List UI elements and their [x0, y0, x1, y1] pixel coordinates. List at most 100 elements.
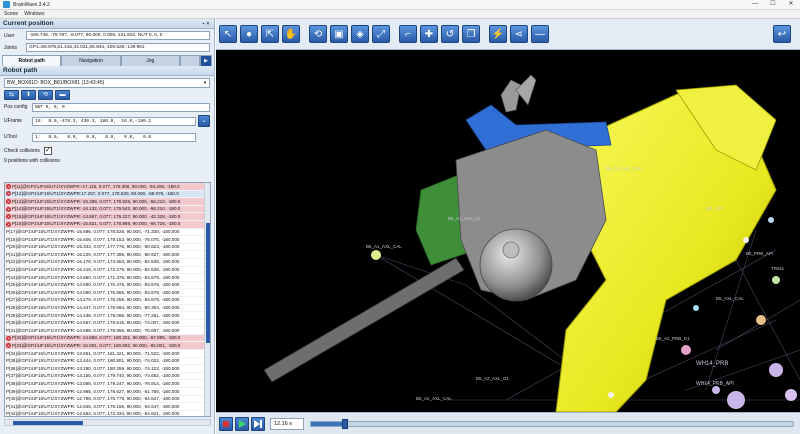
position-text: P[30]@GP1\UF15\UT1\XYZWPR:-14.557, 0.077… — [6, 320, 180, 326]
list-item[interactable]: P[29]@GP1\UF15\UT1\XYZWPR:-14.436, 0.077… — [5, 312, 210, 320]
list-horizontal-scrollbar[interactable] — [4, 419, 211, 426]
view-tool-4-icon[interactable]: ⤢ — [372, 25, 390, 43]
check-collisions-checkbox[interactable]: ✓ — [43, 147, 52, 155]
tab-navigation[interactable]: Navigation — [61, 55, 121, 66]
list-item[interactable]: P[20]@GP1\UF15\UT1\XYZWPR:-15.343, 0.077… — [5, 244, 210, 252]
list-item[interactable]: ✕ P[33]@GP1\UF15\UT1\XYZWPR:-15.001, 0.07… — [5, 342, 210, 351]
list-item[interactable]: P[24]@GP1\UF15\UT1\XYZWPR:-13.850, 0.077… — [5, 274, 210, 282]
list-item[interactable]: P[27]@GP1\UF15\UT1\XYZWPR:-14.279, 0.077… — [5, 297, 210, 305]
frame-tool-icon[interactable]: ⌐ — [399, 25, 417, 43]
collision-error-icon: ✕ — [6, 343, 11, 349]
robot-path-title: Robot path — [3, 67, 38, 74]
minimize-button[interactable]: — — [746, 0, 764, 9]
list-item[interactable]: P[23]@GP1\UF15\UT1\XYZWPR:-15.218, 0.077… — [5, 267, 210, 275]
link-tool-icon[interactable]: ⚡ — [489, 25, 507, 43]
list-item[interactable]: P[36]@GP1\UF15\UT1\XYZWPR:-13.290, 0.077… — [5, 365, 210, 373]
grey-sphere — [479, 228, 553, 302]
list-item[interactable]: P[37]@GP1\UF15\UT1\XYZWPR:-13.155, 0.077… — [5, 373, 210, 381]
list-item[interactable]: ✕ P[32]@GP1\UF15\UT1\XYZWPR:-14.858, 0.07… — [5, 334, 210, 343]
select-tool-icon[interactable]: ↖ — [219, 25, 237, 43]
share-tool-icon[interactable]: ⋖ — [510, 25, 528, 43]
timeline-knob[interactable] — [341, 418, 348, 429]
menu-scene[interactable]: Scene — [4, 11, 18, 17]
maximize-button[interactable]: ☐ — [764, 0, 782, 9]
time-field[interactable]: 12.16 s — [270, 417, 304, 430]
view-tool-2-icon[interactable]: ▣ — [330, 25, 348, 43]
list-item[interactable]: P[28]@GP1\UF15\UT1\XYZWPR:-14.347, 0.077… — [5, 305, 210, 313]
menu-windows[interactable]: Windows — [24, 11, 44, 17]
list-item[interactable]: P[40]@GP1\UF15\UT1\XYZWPR:-12.798, 0.077… — [5, 396, 210, 404]
point-tool-icon[interactable]: ● — [240, 25, 258, 43]
user-position-field[interactable]: -160.746, -79.797, -8.077, 90.000, 0.000… — [26, 31, 210, 40]
utool-field[interactable]: 1: 0.0, 0.0, 0.0, 0.0, 0.0, 0.0 — [32, 132, 196, 142]
position-text: P[37]@GP1\UF15\UT1\XYZWPR:-13.155, 0.077… — [6, 373, 180, 379]
list-item[interactable]: P[39]@GP1\UF15\UT1\XYZWPR:-12.965, 0.077… — [5, 388, 210, 396]
tab-extra[interactable] — [179, 55, 200, 66]
list-item[interactable]: P[17]@GP1\UF15\UT1\XYZWPR:-15.696, 0.077… — [5, 229, 210, 237]
list-item[interactable]: P[18]@GP1\UF15\UT1\XYZWPR:-15.606, 0.077… — [5, 236, 210, 244]
list-item[interactable]: ✕ P[14]@GP1\UF15\UT1\XYZWPR:-16.132, 0.07… — [5, 205, 210, 214]
pan-hand-tool-icon[interactable]: ✋ — [282, 25, 300, 43]
position-text: P[27]@GP1\UF15\UT1\XYZWPR:-14.279, 0.077… — [6, 297, 180, 303]
tab-jog[interactable]: Jog — [120, 55, 180, 66]
position-text: P[31]@GP1\UF15\UT1\XYZWPR:-14.688, 0.077… — [6, 327, 180, 333]
check-collisions-label: Check collisions — [4, 148, 40, 154]
axis-tool-icon[interactable]: ✚ — [420, 25, 438, 43]
list-item[interactable]: ✕ P[11]@GP1\UF15\UT1\XYZWPR:-17.115, 0.07… — [5, 183, 210, 191]
list-item[interactable]: ✕ P[16]@GP1\UF15\UT1\XYZWPR:-15.821, 0.07… — [5, 220, 210, 229]
position-text: P[28]@GP1\UF15\UT1\XYZWPR:-14.347, 0.077… — [6, 305, 180, 310]
joints-row: Joints GP1=58.878,51.416,34.031,86.944,-… — [0, 42, 214, 53]
position-text: P[36]@GP1\UF15\UT1\XYZWPR:-13.290, 0.077… — [6, 365, 180, 371]
list-item[interactable]: ✕ P[13]@GP1\UF15\UT1\XYZWPR:-16.308, 0.07… — [5, 198, 210, 206]
uframe-field[interactable]: 15: 0.0,-478.3, 430.3, 180.0, 16.0,-180.… — [32, 116, 196, 126]
close-button[interactable]: ✕ — [782, 0, 800, 9]
tab-scroll-right-icon[interactable]: ▶ — [199, 55, 212, 66]
user-label: User — [4, 32, 15, 39]
move-tool-icon[interactable]: ⇱ — [261, 25, 279, 43]
uframe-dropdown-icon[interactable]: ⌄ — [198, 115, 210, 127]
robot-path-header: Robot path — [0, 66, 214, 76]
pin-icon[interactable]: ▪ ✕ — [203, 19, 210, 29]
list-vertical-scrollbar[interactable] — [204, 183, 210, 416]
view-tool-1-icon[interactable]: ⟲ — [309, 25, 327, 43]
pos-config-field[interactable]: NUT 0, 0, 0 — [32, 102, 210, 112]
step-button[interactable] — [251, 416, 265, 431]
scroll-thumb[interactable] — [206, 223, 210, 343]
list-item[interactable]: P[41]@GP1\UF15\UT1\XYZWPR:-12.645, 0.077… — [5, 403, 210, 411]
list-item[interactable]: P[38]@GP1\UF15\UT1\XYZWPR:-13.068, 0.077… — [5, 380, 210, 389]
list-item[interactable]: P[34]@GP1\UF15\UT1\XYZWPR:-13.651, 0.077… — [5, 350, 210, 358]
refresh-icon[interactable]: ⟲ — [38, 90, 53, 100]
view-tool-3-icon[interactable]: ◈ — [351, 25, 369, 43]
menu-bar: Scene Windows — [0, 10, 800, 19]
position-text: P[24]@GP1\UF15\UT1\XYZWPR:-13.850, 0.077… — [6, 274, 180, 280]
joints-field[interactable]: GP1=58.878,51.416,34.031,86.944,-108.526… — [26, 43, 210, 52]
list-item[interactable]: P[26]@GP1\UF15\UT1\XYZWPR:-14.090, 0.077… — [5, 289, 210, 297]
hscroll-thumb[interactable] — [13, 421, 83, 425]
list-item[interactable]: ✕ P[15]@GP1\UF15\UT1\XYZWPR:-13.867, 0.07… — [5, 213, 210, 221]
timeline-slider[interactable] — [310, 418, 794, 429]
list-item[interactable]: P[35]@GP1\UF15\UT1\XYZWPR:-13.444, 0.077… — [5, 358, 210, 366]
position-text: P[34]@GP1\UF15\UT1\XYZWPR:-13.651, 0.077… — [6, 350, 180, 356]
path-select[interactable]: BW_BOX81D: BOX_B81/BOX81 (13:43:45) ▾ — [4, 78, 210, 88]
line-tool-icon[interactable]: — — [531, 25, 549, 43]
play-button[interactable] — [235, 416, 249, 431]
list-item[interactable]: P[22]@GP1\UF15\UT1\XYZWPR:-15.176, 0.077… — [5, 259, 210, 267]
list-item[interactable]: P[30]@GP1\UF15\UT1\XYZWPR:-14.557, 0.077… — [5, 320, 210, 328]
collision-error-icon: ✕ — [6, 206, 11, 212]
path-tool-icon[interactable]: ↺ — [441, 25, 459, 43]
download-icon[interactable]: ⬇ — [21, 90, 36, 100]
minus-icon[interactable]: ▬ — [55, 90, 70, 100]
list-item[interactable]: P[31]@GP1\UF15\UT1\XYZWPR:-14.688, 0.077… — [5, 327, 210, 335]
collision-error-icon: ✕ — [6, 183, 11, 189]
list-item[interactable]: ✕ P[12]@GP1\UF15\UT1\XYZWPR:17.267, 0.077… — [5, 190, 210, 199]
tab-robot-path[interactable]: Robot path — [2, 55, 62, 66]
3d-viewport[interactable]: B5_A1_AXL_CAL B5_A1_AXL_G1 B5_A2_AXL_CAL… — [216, 50, 800, 412]
list-item[interactable]: P[25]@GP1\UF15\UT1\XYZWPR:-14.590, 0.077… — [5, 282, 210, 290]
position-text: P[40]@GP1\UF15\UT1\XYZWPR:-12.798, 0.077… — [6, 396, 180, 402]
undo-icon[interactable]: ↩ — [773, 25, 791, 43]
layer-tool-icon[interactable]: ❐ — [462, 25, 480, 43]
stop-button[interactable] — [219, 416, 233, 431]
list-item[interactable]: P[21]@GP1\UF15\UT1\XYZWPR:-15.229, 0.077… — [5, 251, 210, 259]
swap-icon[interactable]: ⇆ — [4, 90, 19, 100]
list-item[interactable]: P[42]@GP1\UF15\UT1\XYZWPR:-12.662, 0.077… — [5, 411, 210, 416]
